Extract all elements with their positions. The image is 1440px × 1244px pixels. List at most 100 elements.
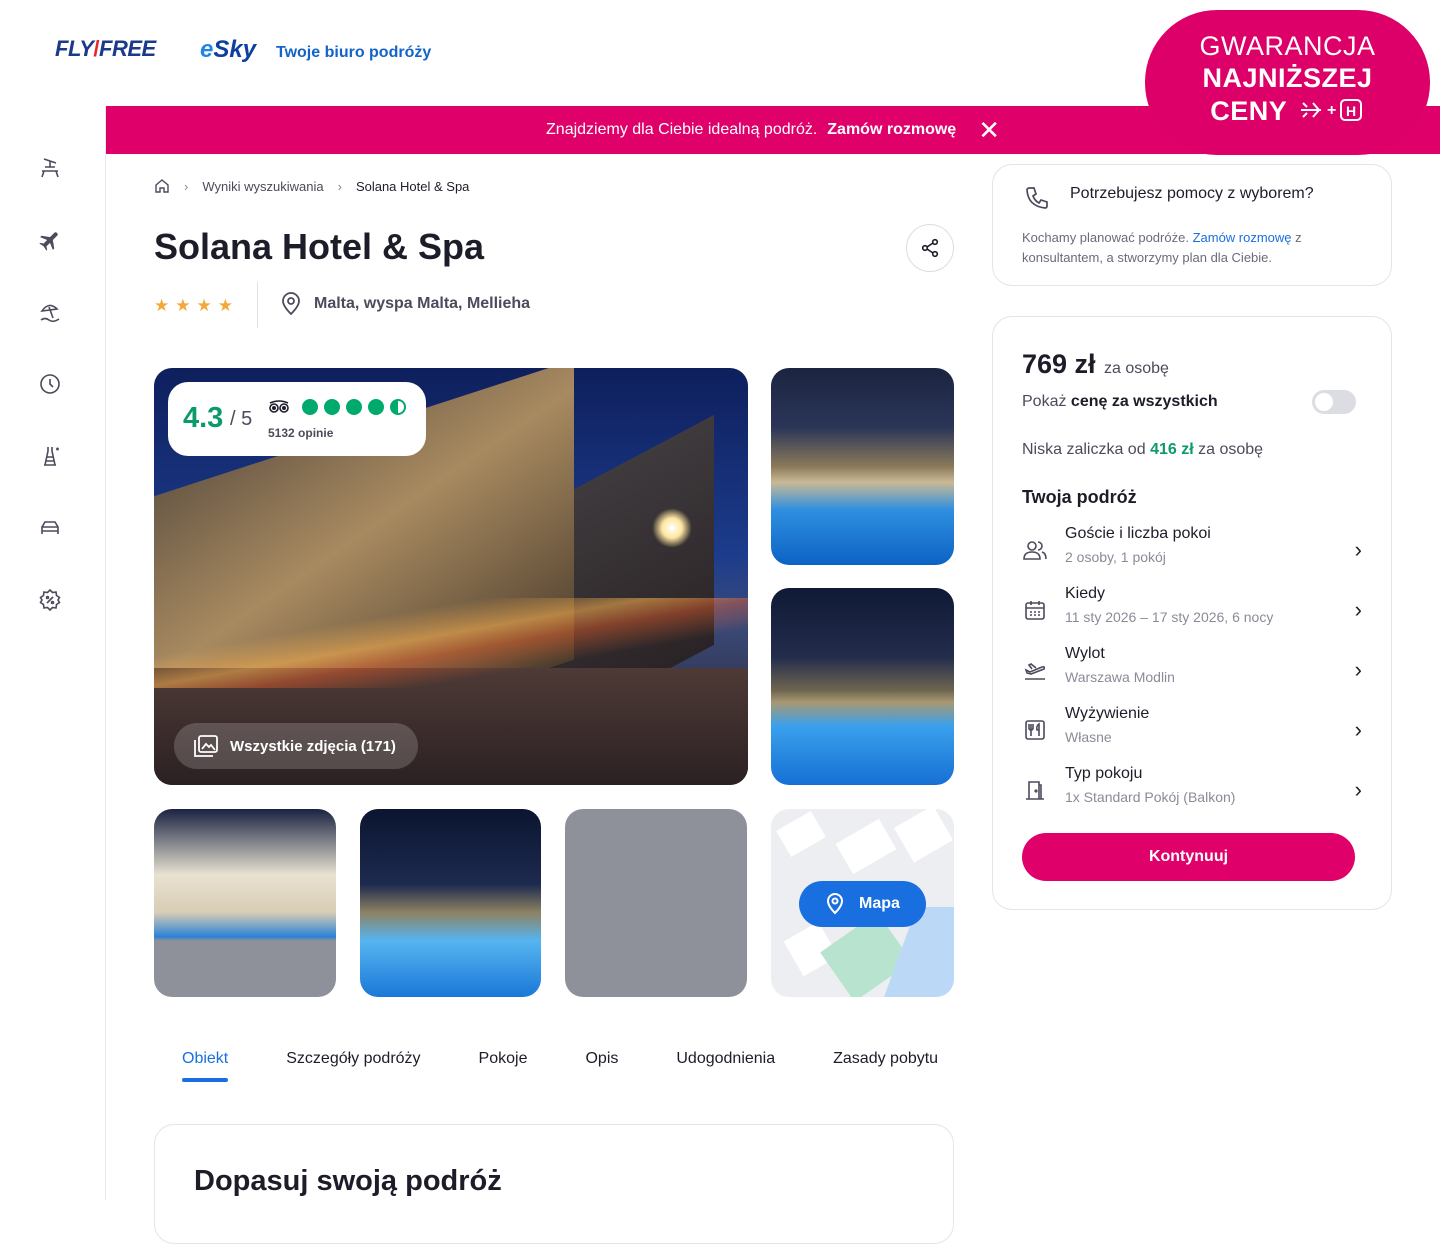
cutlery-icon: [1022, 717, 1048, 743]
svg-text:H: H: [1346, 103, 1357, 119]
photo-thumbnail-pool-1[interactable]: [771, 368, 954, 565]
hotel-star-rating: ★★★★: [154, 296, 239, 315]
map-thumbnail[interactable]: Mapa: [771, 809, 954, 997]
plane-departure-icon: [1022, 657, 1048, 683]
board-row[interactable]: Wyżywienie Własne ›: [1022, 705, 1362, 755]
lowest-price-badge[interactable]: GWARANCJA NAJNIŻSZEJ CENY + H: [1145, 10, 1430, 155]
tab-obiekt[interactable]: Obiekt: [182, 1050, 229, 1082]
phone-icon: [1024, 185, 1050, 216]
esky-logo[interactable]: eSky: [200, 36, 256, 64]
chevron-right-icon: ›: [1354, 777, 1362, 802]
logo-esky-e: e: [200, 36, 214, 63]
photo-thumbnail-placeholder[interactable]: [565, 809, 747, 997]
tagline: Twoje biuro podróży: [276, 44, 432, 61]
map-button[interactable]: Mapa: [799, 881, 926, 927]
photo-thumbnail-pool-4[interactable]: [360, 809, 541, 997]
logo-free-text: FREE: [99, 36, 156, 61]
banner-close-icon[interactable]: ✕: [978, 117, 1000, 143]
rating-score: 4.3: [183, 402, 224, 434]
room-type-row[interactable]: Typ pokoju 1x Standard Pokój (Balkon) ›: [1022, 765, 1362, 815]
badge-line-3: CENY + H: [1145, 95, 1430, 128]
help-title: Potrzebujesz pomocy z wyborem?: [1070, 185, 1314, 202]
departure-value: Warszawa Modlin: [1065, 669, 1175, 685]
map-block: [835, 818, 897, 875]
tab-rooms[interactable]: Pokoje: [479, 1050, 528, 1082]
flyfree-logo[interactable]: FLY/FREE: [55, 36, 156, 62]
badge-line-3-text: CENY: [1210, 96, 1287, 126]
badge-line-1: GWARANCJA: [1199, 31, 1376, 61]
toggle-bold: cenę za wszystkich: [1070, 393, 1218, 410]
price-for-all-toggle[interactable]: [1312, 390, 1356, 414]
guests-rooms-row[interactable]: Goście i liczba pokoi 2 osoby, 1 pokój ›: [1022, 525, 1362, 575]
breadcrumb-search-results[interactable]: Wyniki wyszukiwania: [202, 179, 323, 194]
rating-out-of: / 5: [230, 408, 253, 430]
chevron-right-icon: ›: [1354, 537, 1362, 562]
home-icon[interactable]: [154, 178, 170, 194]
price: 769 zł za osobę: [1022, 349, 1169, 380]
flight-icon[interactable]: [36, 226, 64, 254]
map-button-label: Mapa: [859, 895, 900, 912]
last-minute-clock-icon[interactable]: [36, 370, 64, 398]
photo-thumbnail-pool-2[interactable]: [771, 588, 954, 785]
room-type-title: Typ pokoju: [1065, 765, 1143, 782]
hotel-location[interactable]: Malta, wyspa Malta, Mellieha: [280, 292, 530, 316]
tab-amenities[interactable]: Udogodnienia: [676, 1050, 775, 1082]
beach-umbrella-icon[interactable]: [36, 298, 64, 326]
photo-thumbnail-pool-3[interactable]: [154, 809, 336, 997]
hotel-title: Solana Hotel & Spa: [154, 226, 485, 267]
departure-row[interactable]: Wylot Warszawa Modlin ›: [1022, 645, 1362, 695]
dates-title: Kiedy: [1065, 585, 1106, 602]
rating-dot-half: [390, 399, 406, 415]
tab-rules[interactable]: Zasady pobytu: [833, 1050, 938, 1082]
city-break-tower-icon[interactable]: [36, 442, 64, 470]
share-button[interactable]: [906, 224, 954, 272]
tab-description[interactable]: Opis: [585, 1050, 618, 1082]
share-icon: [921, 238, 939, 258]
board-title: Wyżywienie: [1065, 705, 1150, 722]
location-pin-icon: [282, 292, 300, 316]
banner-order-call-link[interactable]: Zamów rozmowę: [827, 121, 956, 139]
breadcrumb: › Wyniki wyszukiwania › Solana Hotel & S…: [154, 178, 469, 194]
map-block: [894, 809, 953, 863]
customize-trip-card: Dopasuj swoją podróż: [154, 1124, 954, 1244]
deposit-value: 416 zł: [1150, 441, 1194, 458]
map-pin-icon: [827, 893, 844, 915]
promotions-percent-icon[interactable]: [36, 586, 64, 614]
sidebar: [0, 106, 106, 1200]
price-value: 769 zł: [1022, 349, 1096, 379]
badge-line-2: NAJNIŻSZEJ: [1202, 63, 1373, 93]
photo-light-trails: [154, 598, 748, 688]
help-order-call-link[interactable]: Zamów rozmowę: [1193, 230, 1292, 245]
tripadvisor-owl-icon: [268, 400, 290, 417]
rating-dot-full: [324, 399, 340, 415]
plane-hotel-icon: + H: [1300, 99, 1362, 121]
tripadvisor-rating-card[interactable]: 4.3 / 5 5132 opinie: [168, 382, 426, 456]
people-icon: [1022, 537, 1048, 563]
map-block: [776, 811, 826, 857]
continue-button[interactable]: Kontynuuj: [1022, 833, 1355, 881]
holiday-lounger-icon[interactable]: [36, 154, 64, 182]
main-hotel-photo[interactable]: 4.3 / 5 5132 opinie Wszystkie zdjęcia (1…: [154, 368, 748, 785]
deposit-info: Niska zaliczka od 416 zł za osobę: [1022, 441, 1263, 459]
all-photos-button[interactable]: Wszystkie zdjęcia (171): [174, 723, 418, 769]
breadcrumb-current: Solana Hotel & Spa: [355, 178, 470, 194]
board-value: Własne: [1065, 729, 1112, 745]
car-rental-icon[interactable]: [36, 514, 64, 542]
help-card: Potrzebujesz pomocy z wyborem? Kochamy p…: [992, 164, 1392, 286]
help-text-before: Kochamy planować podróże.: [1022, 230, 1189, 245]
departure-title: Wylot: [1065, 645, 1105, 662]
all-photos-label: Wszystkie zdjęcia (171): [230, 737, 396, 755]
guests-title: Goście i liczba pokoi: [1065, 525, 1211, 542]
dates-value: 11 sty 2026 – 17 sty 2026, 6 nocy: [1065, 609, 1274, 625]
dates-row[interactable]: Kiedy 11 sty 2026 – 17 sty 2026, 6 nocy …: [1022, 585, 1362, 635]
door-icon: [1022, 777, 1048, 803]
chevron-right-icon: ›: [1354, 597, 1362, 622]
rating-dot-full: [368, 399, 384, 415]
breadcrumb-separator: ›: [184, 178, 189, 194]
tab-trip-details[interactable]: Szczegóły podróży: [286, 1050, 420, 1082]
review-count: 5132 opinie: [268, 426, 334, 440]
calendar-icon: [1022, 597, 1048, 623]
rating-dots: [302, 399, 412, 415]
photos-gallery-icon: [194, 735, 218, 757]
tabs-bar: Obiekt Szczegóły podróży Pokoje Opis Udo…: [154, 1044, 954, 1088]
